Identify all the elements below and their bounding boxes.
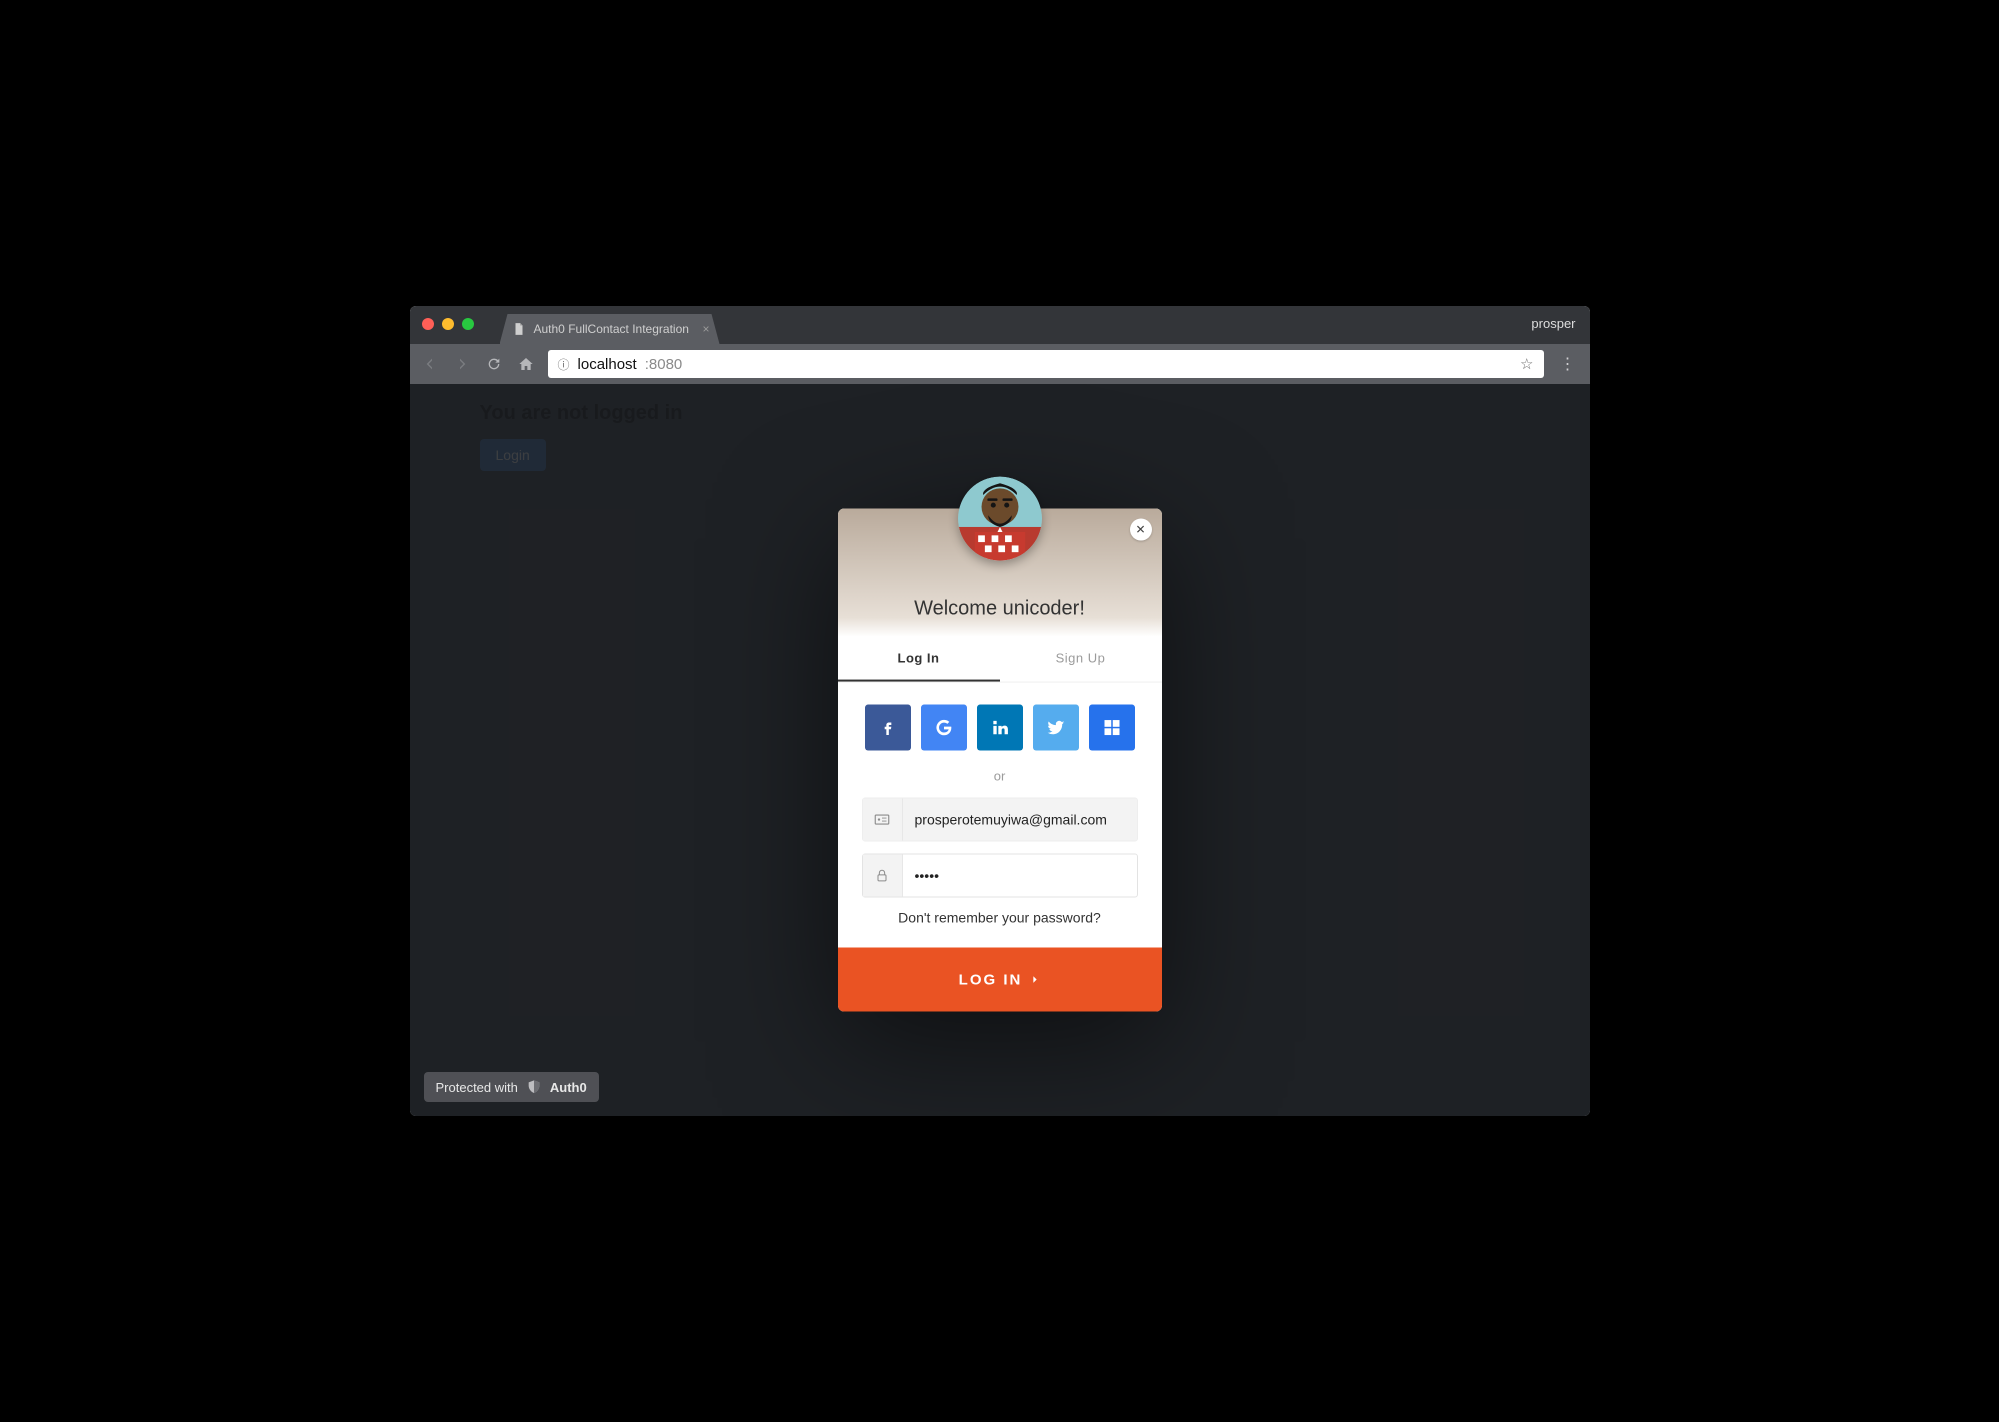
or-divider: or — [862, 769, 1138, 784]
microsoft-login-button[interactable] — [1089, 705, 1135, 751]
tab-strip: Auth0 FullContact Integration × prosper — [410, 306, 1590, 344]
welcome-heading: Welcome unicoder! — [914, 598, 1085, 621]
page-viewport: You are not logged in Login — [410, 384, 1590, 1116]
google-icon — [933, 717, 955, 739]
forgot-password-link[interactable]: Don't remember your password? — [862, 910, 1138, 926]
twitter-icon — [1046, 718, 1066, 738]
url-port: :8080 — [645, 356, 683, 373]
window-controls — [422, 318, 474, 330]
auth-tabs: Log In Sign Up — [838, 637, 1162, 683]
browser-menu-button[interactable]: ⋮ — [1556, 354, 1580, 374]
profile-label[interactable]: prosper — [1531, 316, 1575, 331]
auth-body: or Don't remember your password? — [838, 683, 1162, 948]
password-field-wrap — [862, 854, 1138, 898]
email-field-wrap — [862, 798, 1138, 842]
tab-close-icon[interactable]: × — [702, 322, 709, 336]
url-host: localhost — [578, 356, 637, 373]
google-login-button[interactable] — [921, 705, 967, 751]
auth0-badge[interactable]: Protected with Auth0 — [424, 1072, 599, 1102]
reload-button[interactable] — [484, 354, 504, 374]
social-login-row — [862, 705, 1138, 751]
maximize-window-button[interactable] — [462, 318, 474, 330]
file-icon — [512, 322, 526, 336]
email-input[interactable] — [903, 812, 1137, 828]
microsoft-icon — [1103, 719, 1121, 737]
email-icon — [863, 799, 903, 841]
password-input[interactable] — [903, 868, 1137, 884]
auth-modal-header: ✕ Welcome unicoder! — [838, 509, 1162, 637]
site-info-icon[interactable]: ⓘ — [558, 356, 570, 373]
linkedin-login-button[interactable] — [977, 705, 1023, 751]
browser-window: Auth0 FullContact Integration × prosper … — [410, 306, 1590, 1116]
auth-modal: ✕ Welcome unicoder! Log In Sign Up or — [838, 509, 1162, 1012]
close-modal-button[interactable]: ✕ — [1130, 519, 1152, 541]
home-button[interactable] — [516, 354, 536, 374]
facebook-icon — [878, 718, 898, 738]
address-bar[interactable]: ⓘ localhost :8080 ☆ — [548, 350, 1544, 378]
avatar-image — [958, 477, 1042, 561]
badge-text: Protected with — [436, 1080, 518, 1095]
chevron-right-icon — [1030, 973, 1040, 987]
twitter-login-button[interactable] — [1033, 705, 1079, 751]
back-button[interactable] — [420, 354, 440, 374]
submit-label: LOG IN — [959, 971, 1023, 988]
facebook-login-button[interactable] — [865, 705, 911, 751]
auth0-shield-icon — [526, 1079, 542, 1095]
bookmark-star-icon[interactable]: ☆ — [1520, 355, 1533, 373]
tab-title: Auth0 FullContact Integration — [534, 322, 689, 336]
avatar — [958, 477, 1042, 561]
close-window-button[interactable] — [422, 318, 434, 330]
browser-toolbar: ⓘ localhost :8080 ☆ ⋮ — [410, 344, 1590, 384]
tab-login[interactable]: Log In — [838, 637, 1000, 682]
linkedin-icon — [990, 718, 1010, 738]
badge-brand: Auth0 — [550, 1080, 587, 1095]
lock-icon — [863, 855, 903, 897]
browser-tab[interactable]: Auth0 FullContact Integration × — [500, 314, 720, 344]
submit-button[interactable]: LOG IN — [838, 948, 1162, 1012]
forward-button[interactable] — [452, 354, 472, 374]
tab-signup[interactable]: Sign Up — [1000, 637, 1162, 682]
minimize-window-button[interactable] — [442, 318, 454, 330]
